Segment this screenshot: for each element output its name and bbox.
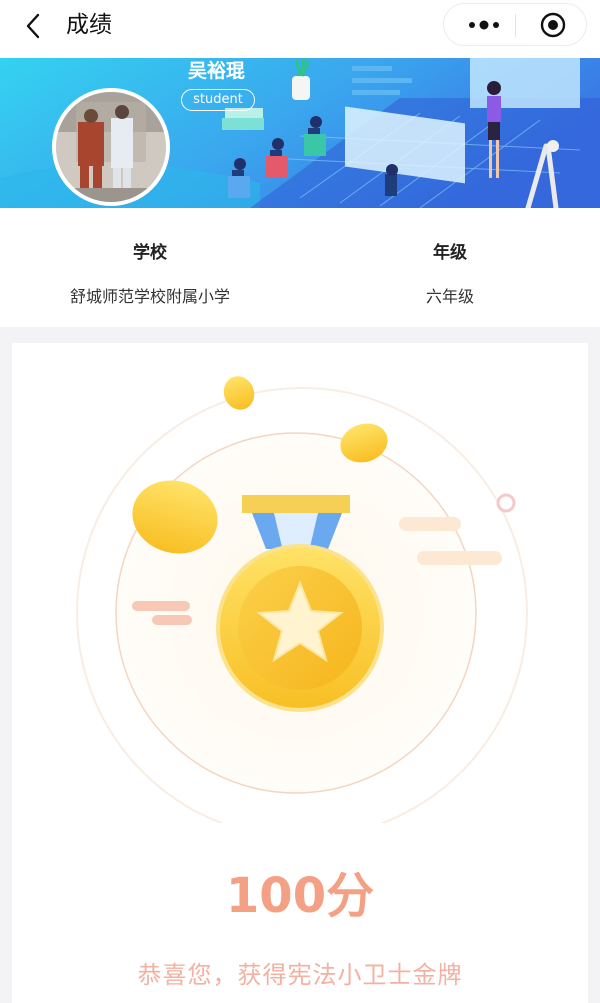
more-icon[interactable] [464,14,504,36]
grade-value: 六年级 [425,287,474,306]
student-role-badge: student [181,89,255,111]
capsule-divider [515,14,516,37]
gold-medal-illustration [76,376,528,823]
grade-label: 年级 [433,243,467,263]
student-info-panel: 学校 舒城师范学校附属小学 年级 六年级 [0,208,600,327]
school-label: 学校 [133,243,167,263]
avatar-photo [56,92,166,202]
profile-banner: 吴裕琨 student [0,58,600,208]
school-column: 学校 舒城师范学校附属小学 [0,208,300,307]
award-message: 恭喜您，获得宪法小卫士金牌 [137,961,463,989]
back-icon[interactable] [20,11,50,41]
score-value: 100分 [225,868,375,924]
navigation-bar: 成绩 [0,0,600,58]
result-card: 100分 恭喜您，获得宪法小卫士金牌 [12,343,588,1003]
school-value: 舒城师范学校附属小学 [69,287,230,306]
page-title: 成绩 [66,12,112,38]
close-target-icon[interactable] [540,12,566,38]
grade-column: 年级 六年级 [300,208,600,307]
avatar [52,88,170,206]
student-name: 吴裕琨 [188,60,246,82]
mini-program-capsule [443,3,587,46]
